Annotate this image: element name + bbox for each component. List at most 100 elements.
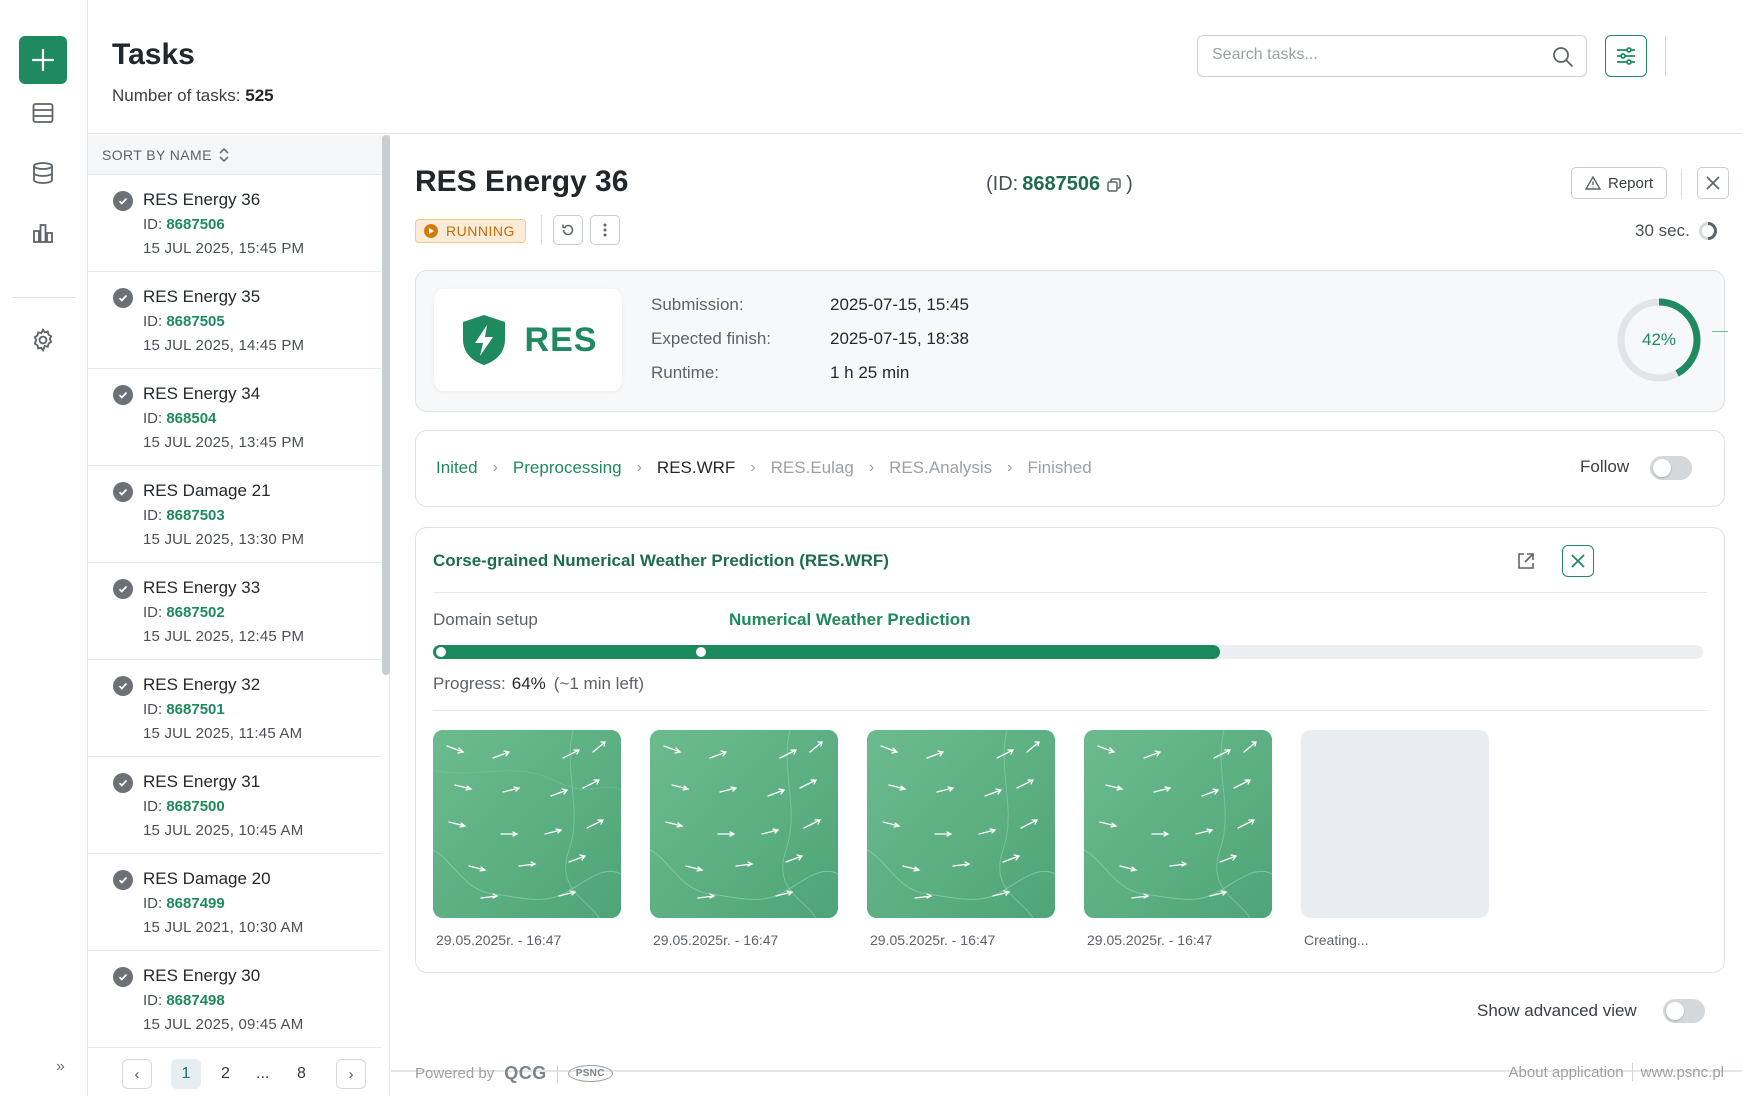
page-8-button[interactable]: 8 (297, 1065, 306, 1083)
next-page-button[interactable]: › (336, 1059, 366, 1089)
refresh-interval: 30 sec. (1635, 221, 1690, 240)
task-info-card: RES Submission: 2025-07-15, 15:45 Expect… (415, 270, 1728, 412)
task-date: 15 JUL 2025, 11:45 AM (143, 725, 303, 742)
task-count-label: Number of tasks: (112, 86, 241, 105)
follow-toggle[interactable] (1650, 456, 1692, 480)
wind-map-thumbnail[interactable] (650, 730, 838, 918)
ring-connector (1712, 331, 1728, 332)
task-list-item[interactable]: RES Energy 30 ID: 8687498 15 JUL 2025, 0… (88, 951, 382, 1048)
prev-page-button[interactable]: ‹ (122, 1059, 152, 1089)
check-circle-icon (113, 482, 133, 502)
stage-divider (433, 592, 1707, 593)
task-id: ID: 8687503 (143, 507, 225, 524)
task-list-item[interactable]: RES Damage 21 ID: 8687503 15 JUL 2025, 1… (88, 466, 382, 563)
page-header: Tasks Number of tasks: 525 (88, 0, 1742, 134)
substep-domain-setup: Domain setup (433, 610, 538, 629)
report-label: Report (1607, 174, 1654, 192)
thumbnail-caption: 29.05.2025r. - 16:47 (870, 932, 996, 948)
rail-divider (12, 297, 76, 298)
check-circle-icon (113, 385, 133, 405)
search-icon[interactable] (1552, 46, 1574, 73)
task-id: ID: 8687501 (143, 701, 225, 718)
step-res-analysis: RES.Analysis (889, 458, 993, 477)
close-detail-button[interactable] (1697, 167, 1729, 199)
step-inited[interactable]: Inited (436, 458, 478, 478)
stage-progress-bar (433, 645, 1703, 659)
task-list-item[interactable]: RES Energy 34 ID: 868504 15 JUL 2025, 13… (88, 369, 382, 466)
task-list-item[interactable]: RES Energy 33 ID: 8687502 15 JUL 2025, 1… (88, 563, 382, 660)
list-scrollbar[interactable] (382, 135, 390, 675)
wind-map-thumbnail[interactable] (1084, 730, 1272, 918)
task-list-item[interactable]: RES Energy 35 ID: 8687505 15 JUL 2025, 1… (88, 272, 382, 369)
wind-field-image (650, 730, 838, 918)
task-name: RES Energy 35 (143, 287, 261, 306)
app-root: » Tasks Number of tasks: 525 SORT BY NAM… (0, 0, 1742, 1096)
advanced-view-toggle[interactable] (1663, 999, 1705, 1023)
task-date: 15 JUL 2021, 10:30 AM (143, 919, 304, 936)
spinner-icon (1698, 222, 1717, 240)
report-button[interactable]: Report (1571, 167, 1667, 199)
task-name: RES Energy 30 (143, 966, 261, 985)
sort-control[interactable]: SORT BY NAME (88, 135, 389, 175)
check-circle-icon (113, 191, 133, 211)
wind-map-thumbnail[interactable] (867, 730, 1055, 918)
restart-button[interactable] (553, 215, 583, 245)
submission-value: 2025-07-15, 15:45 (830, 295, 969, 314)
thumbnail-caption: Creating... (1304, 932, 1369, 948)
page-ellipsis: ... (256, 1065, 270, 1082)
step-finished: Finished (1027, 458, 1092, 477)
expected-finish-label: Expected finish: (651, 329, 772, 348)
task-name: RES Energy 34 (143, 384, 261, 403)
task-list-item[interactable]: RES Energy 36 ID: 8687506 15 JUL 2025, 1… (88, 175, 382, 272)
new-task-button[interactable] (19, 36, 67, 84)
restart-icon (562, 224, 574, 236)
wind-map-thumbnail[interactable] (433, 730, 621, 918)
qcg-logo[interactable]: QCG (504, 1063, 547, 1084)
chevron-right-icon: › (750, 459, 756, 476)
task-date: 15 JUL 2025, 15:45 PM (143, 240, 305, 257)
nav-charts[interactable] (28, 218, 58, 248)
task-list-item[interactable]: RES Energy 31 ID: 8687500 15 JUL 2025, 1… (88, 757, 382, 854)
gear-icon (33, 327, 53, 353)
copy-icon[interactable] (1106, 177, 1122, 193)
about-link[interactable]: About application (1509, 1064, 1624, 1081)
expand-rail-button[interactable]: » (56, 1058, 65, 1076)
close-stage-button[interactable] (1562, 545, 1594, 577)
toggle-knob (1653, 459, 1671, 477)
nav-database[interactable] (28, 158, 58, 188)
psnc-logo[interactable]: PSNC (567, 1065, 613, 1082)
nav-settings[interactable] (28, 325, 58, 355)
more-options-button[interactable] (590, 215, 620, 245)
nav-tasks-table[interactable] (28, 98, 58, 128)
site-link[interactable]: www.psnc.pl (1641, 1064, 1724, 1081)
task-id: ID: 8687502 (143, 604, 225, 621)
page-1-button[interactable]: 1 (171, 1059, 201, 1089)
task-list-item[interactable]: RES Damage 20 ID: 8687499 15 JUL 2021, 1… (88, 854, 382, 951)
open-external-button[interactable] (1513, 548, 1539, 574)
advanced-view-label: Show advanced view (1477, 1001, 1637, 1020)
powered-by-label: Powered by (415, 1065, 495, 1082)
pipeline-steps-card: Inited › Preprocessing › RES.WRF › RES.E… (415, 430, 1725, 507)
chevron-right-icon: › (636, 459, 642, 476)
chevron-right-icon: › (1007, 459, 1013, 476)
database-icon (33, 162, 53, 184)
stage-detail-card: Corse-grained Numerical Weather Predicti… (415, 527, 1725, 973)
pipeline-breadcrumb: Inited › Preprocessing › RES.WRF › RES.E… (436, 458, 1092, 478)
task-list-panel: SORT BY NAME RES Energy 36 ID: 8687506 1… (88, 135, 390, 1096)
step-res-wrf[interactable]: RES.WRF (657, 458, 735, 478)
search-box (1197, 35, 1587, 77)
chart-icon (33, 224, 53, 243)
page-2-button[interactable]: 2 (221, 1065, 230, 1083)
progress-eta: (~1 min left) (553, 674, 645, 693)
status-divider (541, 215, 542, 245)
stage-progress-fill (433, 645, 1221, 659)
progress-value: 64% (511, 674, 546, 693)
task-name: RES Energy 33 (143, 578, 261, 597)
search-input[interactable] (1212, 46, 1542, 64)
task-list-item[interactable]: RES Energy 32 ID: 8687501 15 JUL 2025, 1… (88, 660, 382, 757)
filter-button[interactable] (1605, 35, 1647, 77)
play-circle-icon (424, 224, 438, 238)
task-list: RES Energy 36 ID: 8687506 15 JUL 2025, 1… (88, 175, 382, 1048)
task-id: ID: 868504 (143, 410, 217, 427)
step-preprocessing[interactable]: Preprocessing (513, 458, 622, 478)
